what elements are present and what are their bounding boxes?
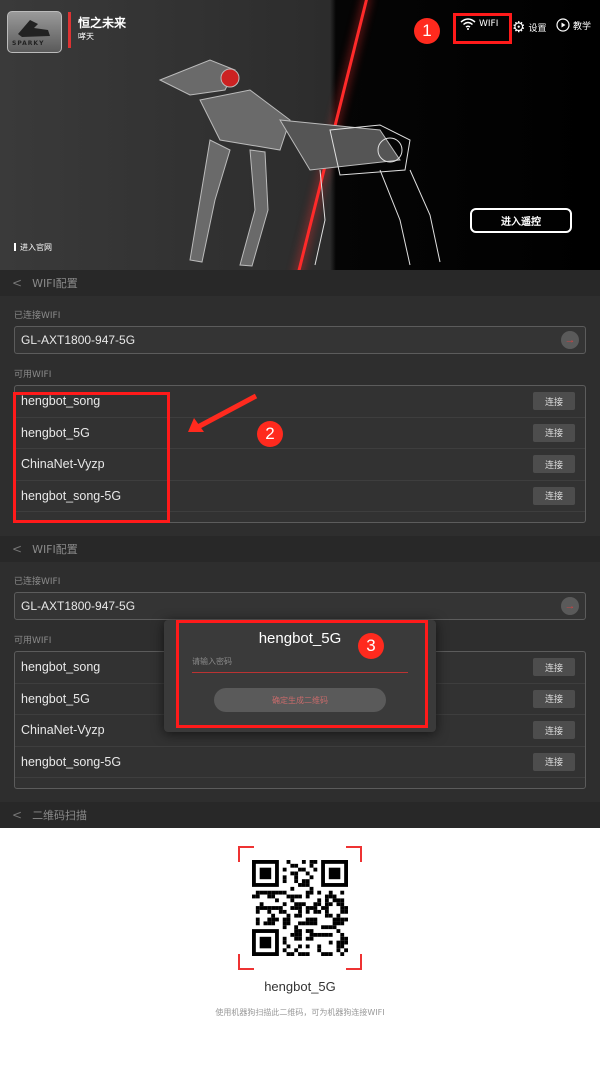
wifi-icon [460,18,476,30]
play-icon [556,18,570,32]
robot-dog-image [158,59,441,267]
ssid: hengbot_song [21,660,101,675]
chevron-left-icon[interactable]: < [12,542,22,556]
wifi-button[interactable]: WIFI [460,18,498,30]
wifi-row[interactable]: hengbot_song-5G 连接 [15,747,585,778]
header-title: 二维码扫描 [32,809,88,822]
brand-divider [68,12,71,48]
connect-button[interactable]: 连接 [533,752,575,771]
settings-label: 设置 [528,23,547,34]
gear-icon: ⚙ [512,18,526,36]
connect-button[interactable]: 连接 [533,423,575,442]
brand-subtitle: 哮天 [78,32,94,41]
connect-button[interactable]: 连接 [533,392,575,411]
tutorial-button[interactable]: 教学 [556,18,591,32]
connected-wifi-label: 已连接WIFI [14,577,61,587]
available-wifi-label: 可用WIFI [14,370,52,380]
connected-wifi-value: GL-AXT1800-947-5G [21,599,136,613]
settings-button[interactable]: ⚙ 设置 [512,18,546,36]
header-title: WIFI配置 [32,277,78,290]
qr-code-image [252,860,348,956]
ssid: hengbot_song-5G [21,754,122,769]
annotation-badge-2: 2 [257,421,283,447]
wifi-label: WIFI [479,19,499,29]
red-arrow-icon [188,393,258,432]
annotation-badge-1: 1 [414,18,440,44]
hero-banner: SPARKY 恒之未来 哮天 进入官网 进入遥控 1 WIFI ⚙ 设置 教学 [0,0,600,270]
remote-control-button[interactable]: 进入遥控 [470,208,572,233]
dialog-highlight-box [176,620,428,728]
chevron-left-icon[interactable]: < [12,808,22,822]
header-title: WIFI配置 [32,543,78,556]
brand-name: 恒之未来 [78,16,127,30]
connect-button[interactable]: 连接 [533,658,575,677]
qr-hint: 使用机器狗扫描此二维码，可为机器狗连接WIFI [215,1008,385,1017]
logo-text: SPARKY [12,40,45,47]
connect-button[interactable]: 连接 [533,721,575,740]
chevron-left-icon[interactable]: < [12,276,22,290]
annotation-badge-3: 3 [358,633,384,659]
connected-wifi-label: 已连接WIFI [14,311,61,321]
ssid: hengbot_5G [21,691,90,706]
connect-button[interactable]: 连接 [533,455,575,474]
wifi-config-header-1[interactable]: < WIFI配置 [0,270,600,296]
wifi-config-header-2[interactable]: < WIFI配置 [0,536,600,562]
connected-wifi-field[interactable]: GL-AXT1800-947-5G → [14,326,586,354]
connected-wifi-value: GL-AXT1800-947-5G [21,333,136,347]
available-wifi-label: 可用WIFI [14,636,52,646]
connect-button[interactable]: 连接 [533,486,575,505]
arrow-right-icon[interactable]: → [561,597,579,615]
qr-scan-header[interactable]: < 二维码扫描 [0,802,600,828]
ssid: ChinaNet-Vyzp [21,723,105,738]
connect-button[interactable]: 连接 [533,689,575,708]
official-site-link[interactable]: 进入官网 [14,242,52,253]
qr-ssid: hengbot_5G [264,979,336,994]
arrow-right-icon[interactable]: → [561,331,579,349]
network-list-highlight-box [13,392,170,523]
connected-wifi-field[interactable]: GL-AXT1800-947-5G → [14,592,586,620]
tutorial-label: 教学 [573,21,592,32]
qr-frame [238,846,362,970]
